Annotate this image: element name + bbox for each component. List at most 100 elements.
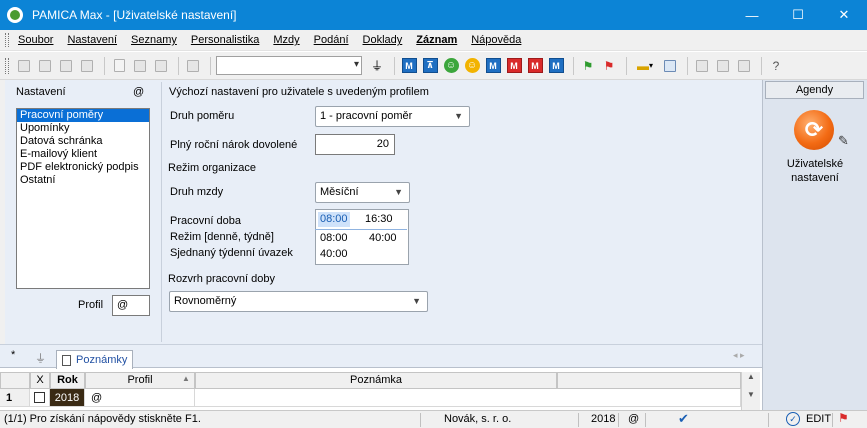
pracovni-doba-to[interactable]: 16:30 (365, 212, 393, 227)
rozvrh-select[interactable]: Rovnoměrný ▼ (169, 291, 428, 312)
menu-mzdy[interactable]: Mzdy (273, 34, 299, 46)
maximize-button[interactable]: ☐ (775, 0, 821, 30)
filter-icon[interactable]: ⏚ (368, 57, 386, 75)
status-separator (832, 413, 833, 427)
tab-scroll-arrows[interactable]: ◂ ▸ (733, 350, 745, 361)
list-item[interactable]: PDF elektronický podpis (17, 161, 149, 174)
m-blue-icon[interactable]: M (547, 57, 565, 75)
title-bar: PAMICA Max - [Uživatelské nastavení] — ☐… (0, 0, 867, 30)
tree-icon[interactable]: ⊼ (421, 57, 439, 75)
list-item[interactable]: E-mailový klient (17, 148, 149, 161)
close-button[interactable]: ✕ (821, 0, 867, 30)
m-blue-icon[interactable]: M (400, 57, 418, 75)
toolbar: ⏚ M ⊼ ☺ ☺ M M M M ⚑ ⚑ ▬▾ ? (0, 52, 867, 80)
status-year: 2018 (591, 413, 616, 425)
menu-nastaveni[interactable]: Nastavení (67, 34, 117, 46)
menu-doklady[interactable]: Doklady (363, 34, 403, 46)
column-header-poznamka[interactable]: Poznámka (195, 372, 557, 389)
menu-seznamy[interactable]: Seznamy (131, 34, 177, 46)
row-rok[interactable]: 2018 (50, 389, 85, 407)
grid-icon[interactable] (661, 57, 679, 75)
person-yellow-icon[interactable]: ☺ (463, 57, 481, 75)
settings-list[interactable]: Pracovní poměry Upomínky Datová schránka… (16, 108, 150, 289)
tab-notes[interactable]: Poznámky (56, 350, 134, 369)
status-bar: (1/1) Pro získání nápovědy stiskněte F1.… (0, 410, 867, 428)
tab-all[interactable]: * (11, 349, 15, 361)
save-icon[interactable] (131, 57, 149, 75)
m-red-icon[interactable]: M (526, 57, 544, 75)
rezim-tydne-value[interactable]: 40:00 (369, 231, 397, 246)
toolbar-separator (687, 56, 688, 75)
pracovni-doba-from[interactable]: 08:00 (318, 212, 350, 227)
chevron-down-icon: ▼ (454, 111, 463, 121)
list-item[interactable]: Pracovní poměry (17, 109, 149, 122)
column-header-profil[interactable]: Profil (85, 372, 195, 389)
narok-field[interactable]: 20 (315, 134, 395, 155)
flag-red-icon[interactable]: ⚑ (838, 411, 849, 425)
status-separator (618, 413, 619, 427)
menu-soubor[interactable]: Soubor (18, 34, 53, 46)
toolbar-grip[interactable] (5, 57, 9, 74)
column-header-x[interactable]: X (30, 372, 50, 389)
rezim-denne-value[interactable]: 08:00 (320, 231, 348, 246)
list-item[interactable]: Upomínky (17, 122, 149, 135)
druh-pomeru-select[interactable]: 1 - pracovní poměr ▼ (315, 106, 470, 127)
sjednany-uvazek-label: Sjednaný týdenní úvazek (170, 247, 293, 259)
row-checkbox-cell[interactable] (30, 389, 50, 407)
list-icon[interactable] (714, 57, 732, 75)
row-poznamka[interactable] (195, 389, 741, 407)
rozvrh-value: Rovnoměrný (174, 295, 237, 307)
flag-red-icon[interactable]: ⚑ (600, 57, 618, 75)
grid-scrollbar[interactable]: ▲ ▼ (741, 372, 760, 410)
checkmark-icon: ✔ (678, 411, 689, 426)
status-at: @ (628, 413, 640, 425)
panel-divider (161, 82, 162, 342)
app-logo-icon (7, 7, 23, 23)
help-icon[interactable]: ? (767, 57, 785, 75)
left-gutter (0, 80, 5, 344)
column-header-rok[interactable]: Rok (50, 372, 85, 389)
save-as-icon[interactable] (152, 57, 170, 75)
person-green-icon[interactable]: ☺ (442, 57, 460, 75)
row-profil[interactable]: @ (85, 389, 195, 407)
menu-personalistika[interactable]: Personalistika (191, 34, 259, 46)
status-separator (768, 413, 769, 427)
edit-mode-icon: ✓ (786, 412, 800, 426)
settings-icon[interactable] (36, 57, 54, 75)
toolbar-separator (761, 56, 762, 75)
checkbox[interactable] (34, 392, 45, 403)
sjednany-value[interactable]: 40:00 (320, 247, 348, 262)
copy-icon[interactable] (184, 57, 202, 75)
filter-icon[interactable]: ⏚ (35, 350, 46, 366)
minimize-button[interactable]: — (729, 0, 775, 30)
settings-section-title: Nastavení (16, 86, 66, 98)
user-settings-icon[interactable]: ⟳ (794, 110, 834, 150)
agenda-header[interactable]: Agendy (765, 81, 864, 99)
open-icon[interactable] (15, 57, 33, 75)
new-doc-icon[interactable] (110, 57, 128, 75)
folder-icon[interactable]: ▬ ▾ (632, 57, 658, 75)
toolbar-separator (104, 56, 105, 75)
list-item[interactable]: Ostatní (17, 174, 149, 187)
menu-grip[interactable] (5, 33, 9, 47)
menu-zaznam[interactable]: Záznam (416, 34, 457, 46)
print-icon[interactable] (57, 57, 75, 75)
menu-bar: Soubor Nastavení Seznamy Personalistika … (0, 30, 867, 51)
druh-mzdy-select[interactable]: Měsíční ▼ (315, 182, 410, 203)
rezim-den-tyden-label: Režim [denně, týdně] (170, 231, 274, 243)
list-item[interactable]: Datová schránka (17, 135, 149, 148)
list-icon[interactable] (735, 57, 753, 75)
m-red-icon[interactable]: M (505, 57, 523, 75)
druh-mzdy-label: Druh mzdy (170, 186, 224, 198)
profil-field[interactable]: @ (112, 295, 150, 316)
print-preview-icon[interactable] (78, 57, 96, 75)
toolbar-combo[interactable] (216, 56, 362, 75)
flag-green-icon[interactable]: ⚑ (579, 57, 597, 75)
m-red-icon[interactable]: M (484, 57, 502, 75)
menu-napoveda[interactable]: Nápověda (471, 34, 521, 46)
agenda-item-user-settings[interactable]: Uživatelské nastavení (775, 157, 855, 185)
menu-podani[interactable]: Podání (314, 34, 349, 46)
narok-label: Plný roční nárok dovolené (170, 139, 298, 151)
list-icon[interactable] (693, 57, 711, 75)
tab-notes-label: Poznámky (76, 353, 128, 366)
